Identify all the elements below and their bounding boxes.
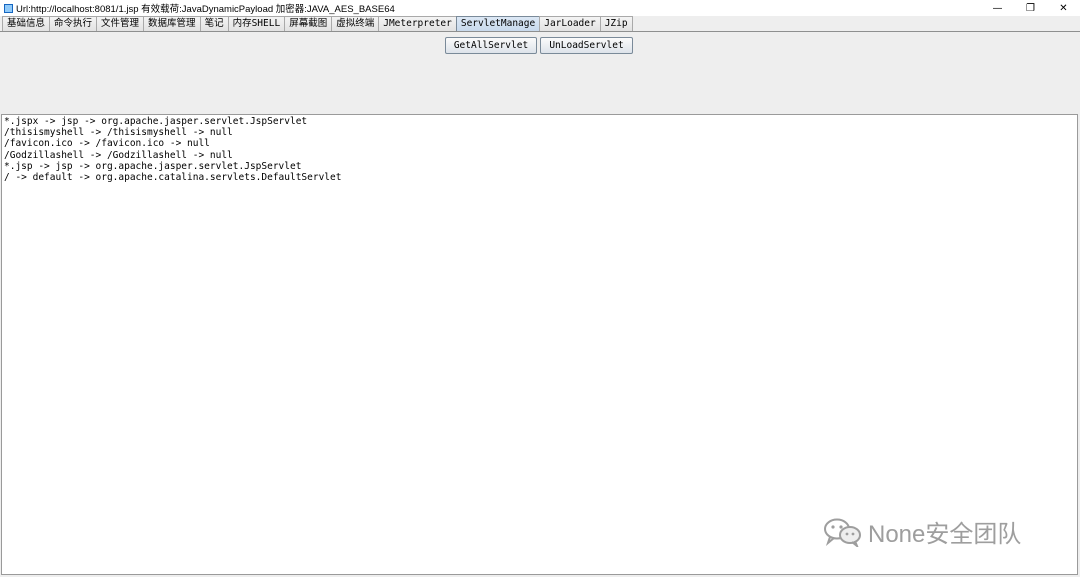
output-line: / -> default -> org.apache.catalina.serv… bbox=[4, 171, 342, 183]
minimize-button[interactable]: — bbox=[981, 0, 1014, 16]
maximize-button[interactable]: ❐ bbox=[1014, 0, 1047, 16]
servlet-toolbar: GetAllServlet UnLoadServlet bbox=[0, 32, 1080, 114]
tab-memory-shell[interactable]: 内存SHELL bbox=[227, 16, 286, 31]
tab-list: 基础信息 命令执行 文件管理 数据库管理 笔记 内存SHELL 屏幕截图 虚拟终… bbox=[2, 16, 633, 31]
servlet-output-area[interactable]: *.jspx -> jsp -> org.apache.jasper.servl… bbox=[1, 114, 1078, 575]
output-line: /Godzillashell -> /Godzillashell -> null bbox=[4, 149, 233, 161]
title-bar: Url:http://localhost:8081/1.jsp 有效载荷:Jav… bbox=[0, 0, 1080, 16]
tab-file-manager[interactable]: 文件管理 bbox=[96, 16, 145, 31]
output-line: /favicon.ico -> /favicon.ico -> null bbox=[4, 138, 210, 150]
tab-servlet-manage[interactable]: ServletManage bbox=[455, 16, 541, 31]
tab-notes[interactable]: 笔记 bbox=[199, 16, 229, 31]
get-all-servlet-button[interactable]: GetAllServlet bbox=[445, 37, 537, 54]
tab-jmeterpreter[interactable]: JMeterpreter bbox=[378, 16, 457, 31]
unload-servlet-button[interactable]: UnLoadServlet bbox=[540, 37, 633, 54]
tab-database-manager[interactable]: 数据库管理 bbox=[143, 16, 201, 31]
window-title: Url:http://localhost:8081/1.jsp 有效载荷:Jav… bbox=[16, 4, 395, 15]
tab-jzip[interactable]: JZip bbox=[599, 16, 633, 31]
wechat-icon bbox=[824, 518, 861, 547]
output-line: /thisismyshell -> /thisismyshell -> null bbox=[4, 127, 233, 139]
watermark-text: None安全团队 bbox=[868, 521, 1022, 548]
output-line: *.jspx -> jsp -> org.apache.jasper.servl… bbox=[4, 116, 308, 127]
tab-command-exec[interactable]: 命令执行 bbox=[49, 16, 98, 31]
app-icon bbox=[4, 3, 13, 13]
close-button[interactable]: ✕ bbox=[1047, 0, 1080, 16]
watermark: None安全团队 bbox=[822, 514, 1021, 549]
output-line: *.jsp -> jsp -> org.apache.jasper.servle… bbox=[4, 160, 302, 172]
tab-jar-loader[interactable]: JarLoader bbox=[539, 16, 601, 31]
tab-virtual-terminal[interactable]: 虚拟终端 bbox=[331, 16, 380, 31]
tab-strip: 基础信息 命令执行 文件管理 数据库管理 笔记 内存SHELL 屏幕截图 虚拟终… bbox=[0, 16, 1080, 32]
tab-screenshot[interactable]: 屏幕截图 bbox=[284, 16, 333, 31]
window-controls: — ❐ ✕ bbox=[981, 0, 1080, 16]
tab-basic-info[interactable]: 基础信息 bbox=[2, 16, 51, 31]
